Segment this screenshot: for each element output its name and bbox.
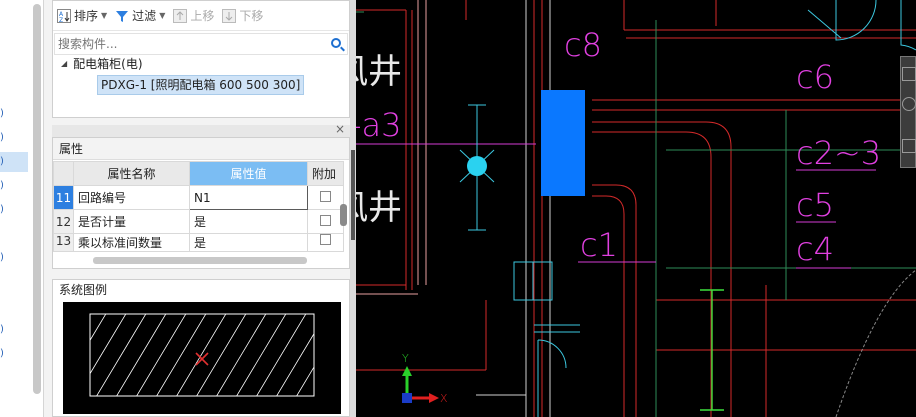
cross-marker-icon [195,352,209,366]
search-box [54,33,348,55]
table-row[interactable]: 11 回路编号 N1 [53,185,344,210]
property-dock-header: × [52,122,350,137]
tree-node-selected[interactable]: PDXG-1 [照明配电箱 600 500 300] [97,75,305,95]
property-title: 属性 [53,138,349,160]
circuit-label-c2-3[interactable]: c2~3 [796,134,881,172]
system-legend-panel: 系统图例 [52,279,350,417]
chevron-down-icon[interactable]: ▼ [101,11,107,20]
strip-mark: ) [0,348,4,359]
chevron-down-icon[interactable]: ▼ [159,11,165,20]
circuit-label-c4[interactable]: c4 [796,230,834,268]
filter-icon [115,9,129,23]
component-toolbar: A Z 排序 ▼ 过滤 ▼ 上移 下移 [53,1,349,31]
circuit-label-a3[interactable]: -a3 [356,106,402,144]
property-table: 属性名称 属性值 附加 11 回路编号 N1 12 是否计量 是 13 乘以标准… [53,161,344,252]
view-tool-button[interactable] [902,139,916,153]
circuit-label-c1[interactable]: c1 [580,226,618,264]
column-header-value[interactable]: 属性值 [189,161,308,186]
column-header-name[interactable]: 属性名称 [73,161,190,186]
row-number: 11 [53,185,74,210]
sort-label: 排序 [74,9,99,23]
property-name: 回路编号 [73,185,190,210]
legend-preview [63,302,341,414]
property-value[interactable]: 是 [189,233,308,252]
checkbox[interactable] [320,214,331,226]
axis-y-label: Y [402,352,409,365]
view-tool-button[interactable] [902,67,916,81]
strip-mark: ) [0,156,4,167]
property-name: 是否计量 [73,209,190,234]
left-strip: ) ) ) ) ) ) ) ) [0,0,44,417]
property-horizontal-scrollbar[interactable] [93,257,307,264]
strip-mark: ) [0,108,4,119]
svg-text:Z: Z [59,17,63,23]
legend-title: 系统图例 [59,283,108,297]
table-row[interactable]: 13 乘以标准间数量 是 [53,233,344,252]
move-down-label: 下移 [239,9,264,23]
table-row[interactable]: 12 是否计量 是 [53,209,344,234]
filter-label: 过滤 [132,9,157,23]
light-fixture-icon [467,156,487,176]
tree-node-label: 配电箱柜(电) [73,57,143,71]
tree-node-parent[interactable]: ◢ 配电箱柜(电) [61,55,143,72]
property-vertical-scrollbar[interactable] [340,186,347,240]
property-value[interactable]: 是 [189,209,308,234]
arrow-down-icon [222,8,237,23]
checkbox[interactable] [320,190,331,202]
move-up-button[interactable]: 上移 [173,7,214,24]
move-down-button[interactable]: 下移 [222,7,263,24]
extra-cell [307,209,344,234]
extra-cell [307,185,344,210]
strip-scrollbar[interactable] [33,4,41,394]
strip-mark: ) [0,252,4,263]
property-name: 乘以标准间数量 [73,233,190,252]
axis-x-label: X [440,392,448,405]
property-panel: 属性 属性名称 属性值 附加 11 回路编号 N1 12 是否计量 是 13 乘… [52,137,350,269]
strip-mark: ) [0,180,4,191]
component-panel: A Z 排序 ▼ 过滤 ▼ 上移 下移 搜索构件... ◢ 配电箱柜(电) PD… [44,0,350,417]
property-header-row: 属性名称 属性值 附加 [53,161,344,186]
extra-cell [307,233,344,252]
sort-icon: A Z [57,8,71,24]
strip-mark: ) [0,204,4,215]
row-number: 13 [53,233,74,252]
shaft-label: 风井 [356,52,402,92]
filter-button[interactable]: 过滤 ▼ [115,7,165,24]
property-value[interactable]: N1 [189,185,308,210]
cad-canvas[interactable]: c8 c6 c2~3 c5 c4 c1 -a3 风井 风井 Y X [356,0,916,417]
move-up-label: 上移 [190,9,215,23]
axis-indicator-icon [402,366,439,403]
circuit-label-c6[interactable]: c6 [796,58,834,96]
sort-button[interactable]: A Z 排序 ▼ [57,7,107,24]
component-list: A Z 排序 ▼ 过滤 ▼ 上移 下移 搜索构件... ◢ 配电箱柜(电) PD… [52,0,350,118]
search-input[interactable] [58,37,318,51]
strip-mark: ) [0,132,4,143]
view-toolbar [900,56,916,168]
row-number-header [53,161,74,186]
column-header-extra[interactable]: 附加 [307,161,344,186]
checkbox[interactable] [320,234,331,245]
shaft-label: 风井 [356,188,402,228]
arrow-up-icon [173,8,188,23]
close-icon[interactable]: × [335,122,345,136]
circuit-label-c8[interactable]: c8 [564,26,602,64]
expand-toggle-icon[interactable]: ◢ [61,59,67,68]
search-icon[interactable] [331,38,341,48]
view-tool-button[interactable] [902,97,916,111]
row-number: 12 [53,209,74,234]
strip-mark: ) [0,324,4,335]
distribution-box [541,90,585,196]
circuit-label-c5[interactable]: c5 [796,186,834,224]
